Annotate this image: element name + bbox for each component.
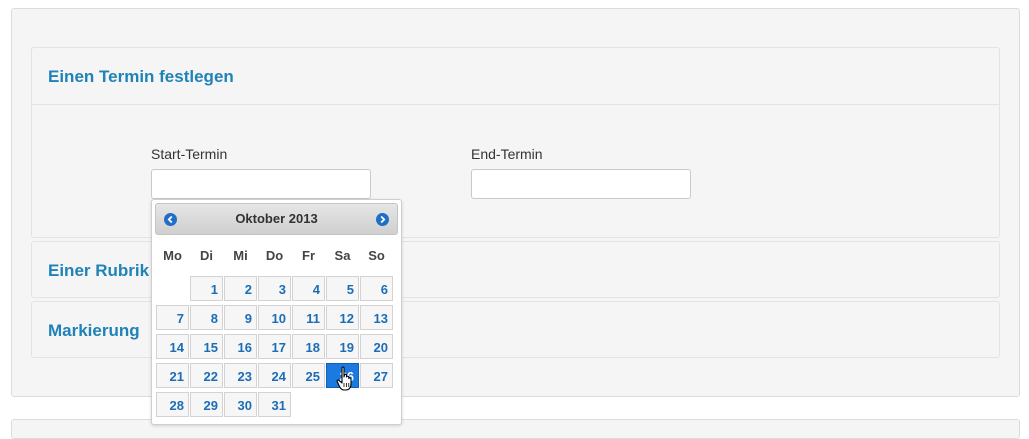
weekday-header: Fr bbox=[302, 248, 315, 263]
day-cell[interactable]: 8 bbox=[190, 305, 223, 330]
hand-cursor-icon bbox=[336, 366, 352, 391]
day-cell[interactable]: 16 bbox=[224, 334, 257, 359]
day-cell[interactable]: 24 bbox=[258, 363, 291, 388]
weekday-header: Mi bbox=[233, 248, 248, 263]
day-cell[interactable]: 31 bbox=[258, 392, 291, 417]
day-cell[interactable]: 9 bbox=[224, 305, 257, 330]
end-date-label: End-Termin bbox=[471, 146, 543, 162]
weekday-header: Sa bbox=[334, 248, 351, 263]
day-cell[interactable]: 7 bbox=[156, 305, 189, 330]
day-cell[interactable]: 30 bbox=[224, 392, 257, 417]
panel-title-set-date[interactable]: Einen Termin festlegen bbox=[48, 67, 234, 87]
day-cell[interactable]: 19 bbox=[326, 334, 359, 359]
weekday-header: Do bbox=[265, 248, 284, 263]
day-cell[interactable]: 12 bbox=[326, 305, 359, 330]
chevron-right-icon[interactable] bbox=[376, 213, 389, 226]
day-cell[interactable]: 29 bbox=[190, 392, 223, 417]
day-cell[interactable]: 18 bbox=[292, 334, 325, 359]
datepicker-header: Oktober 2013 bbox=[155, 203, 398, 235]
datepicker-title: Oktober 2013 bbox=[235, 211, 318, 226]
day-cell[interactable]: 5 bbox=[326, 276, 359, 301]
day-cell[interactable]: 15 bbox=[190, 334, 223, 359]
day-cell[interactable]: 11 bbox=[292, 305, 325, 330]
day-cell[interactable]: 27 bbox=[360, 363, 393, 388]
end-date-input[interactable] bbox=[471, 169, 691, 199]
datepicker: Oktober 2013 Mo Di Mi Do Fr Sa So 1 2 3 4 5 6 7 8 9 10 1… bbox=[151, 199, 402, 425]
day-cell[interactable]: 13 bbox=[360, 305, 393, 330]
day-cell[interactable]: 3 bbox=[258, 276, 291, 301]
day-cell[interactable]: 23 bbox=[224, 363, 257, 388]
day-cell[interactable]: 20 bbox=[360, 334, 393, 359]
day-cell[interactable]: 4 bbox=[292, 276, 325, 301]
day-cell[interactable]: 1 bbox=[190, 276, 223, 301]
day-cell[interactable]: 6 bbox=[360, 276, 393, 301]
divider bbox=[32, 104, 999, 105]
weekday-header: Di bbox=[200, 248, 213, 263]
day-cell[interactable]: 22 bbox=[190, 363, 223, 388]
day-cell[interactable]: 14 bbox=[156, 334, 189, 359]
day-cell[interactable]: 10 bbox=[258, 305, 291, 330]
day-cell[interactable]: 28 bbox=[156, 392, 189, 417]
weekday-header: Mo bbox=[163, 248, 182, 263]
day-cell[interactable]: 17 bbox=[258, 334, 291, 359]
day-cell[interactable]: 25 bbox=[292, 363, 325, 388]
panel-title-marking[interactable]: Markierung bbox=[48, 321, 140, 341]
weekday-header: So bbox=[368, 248, 385, 263]
start-date-input[interactable] bbox=[151, 169, 371, 199]
start-date-label: Start-Termin bbox=[151, 146, 228, 162]
panel-title-category[interactable]: Einer Rubrik bbox=[48, 261, 149, 281]
day-cell[interactable]: 21 bbox=[156, 363, 189, 388]
day-cell[interactable]: 2 bbox=[224, 276, 257, 301]
